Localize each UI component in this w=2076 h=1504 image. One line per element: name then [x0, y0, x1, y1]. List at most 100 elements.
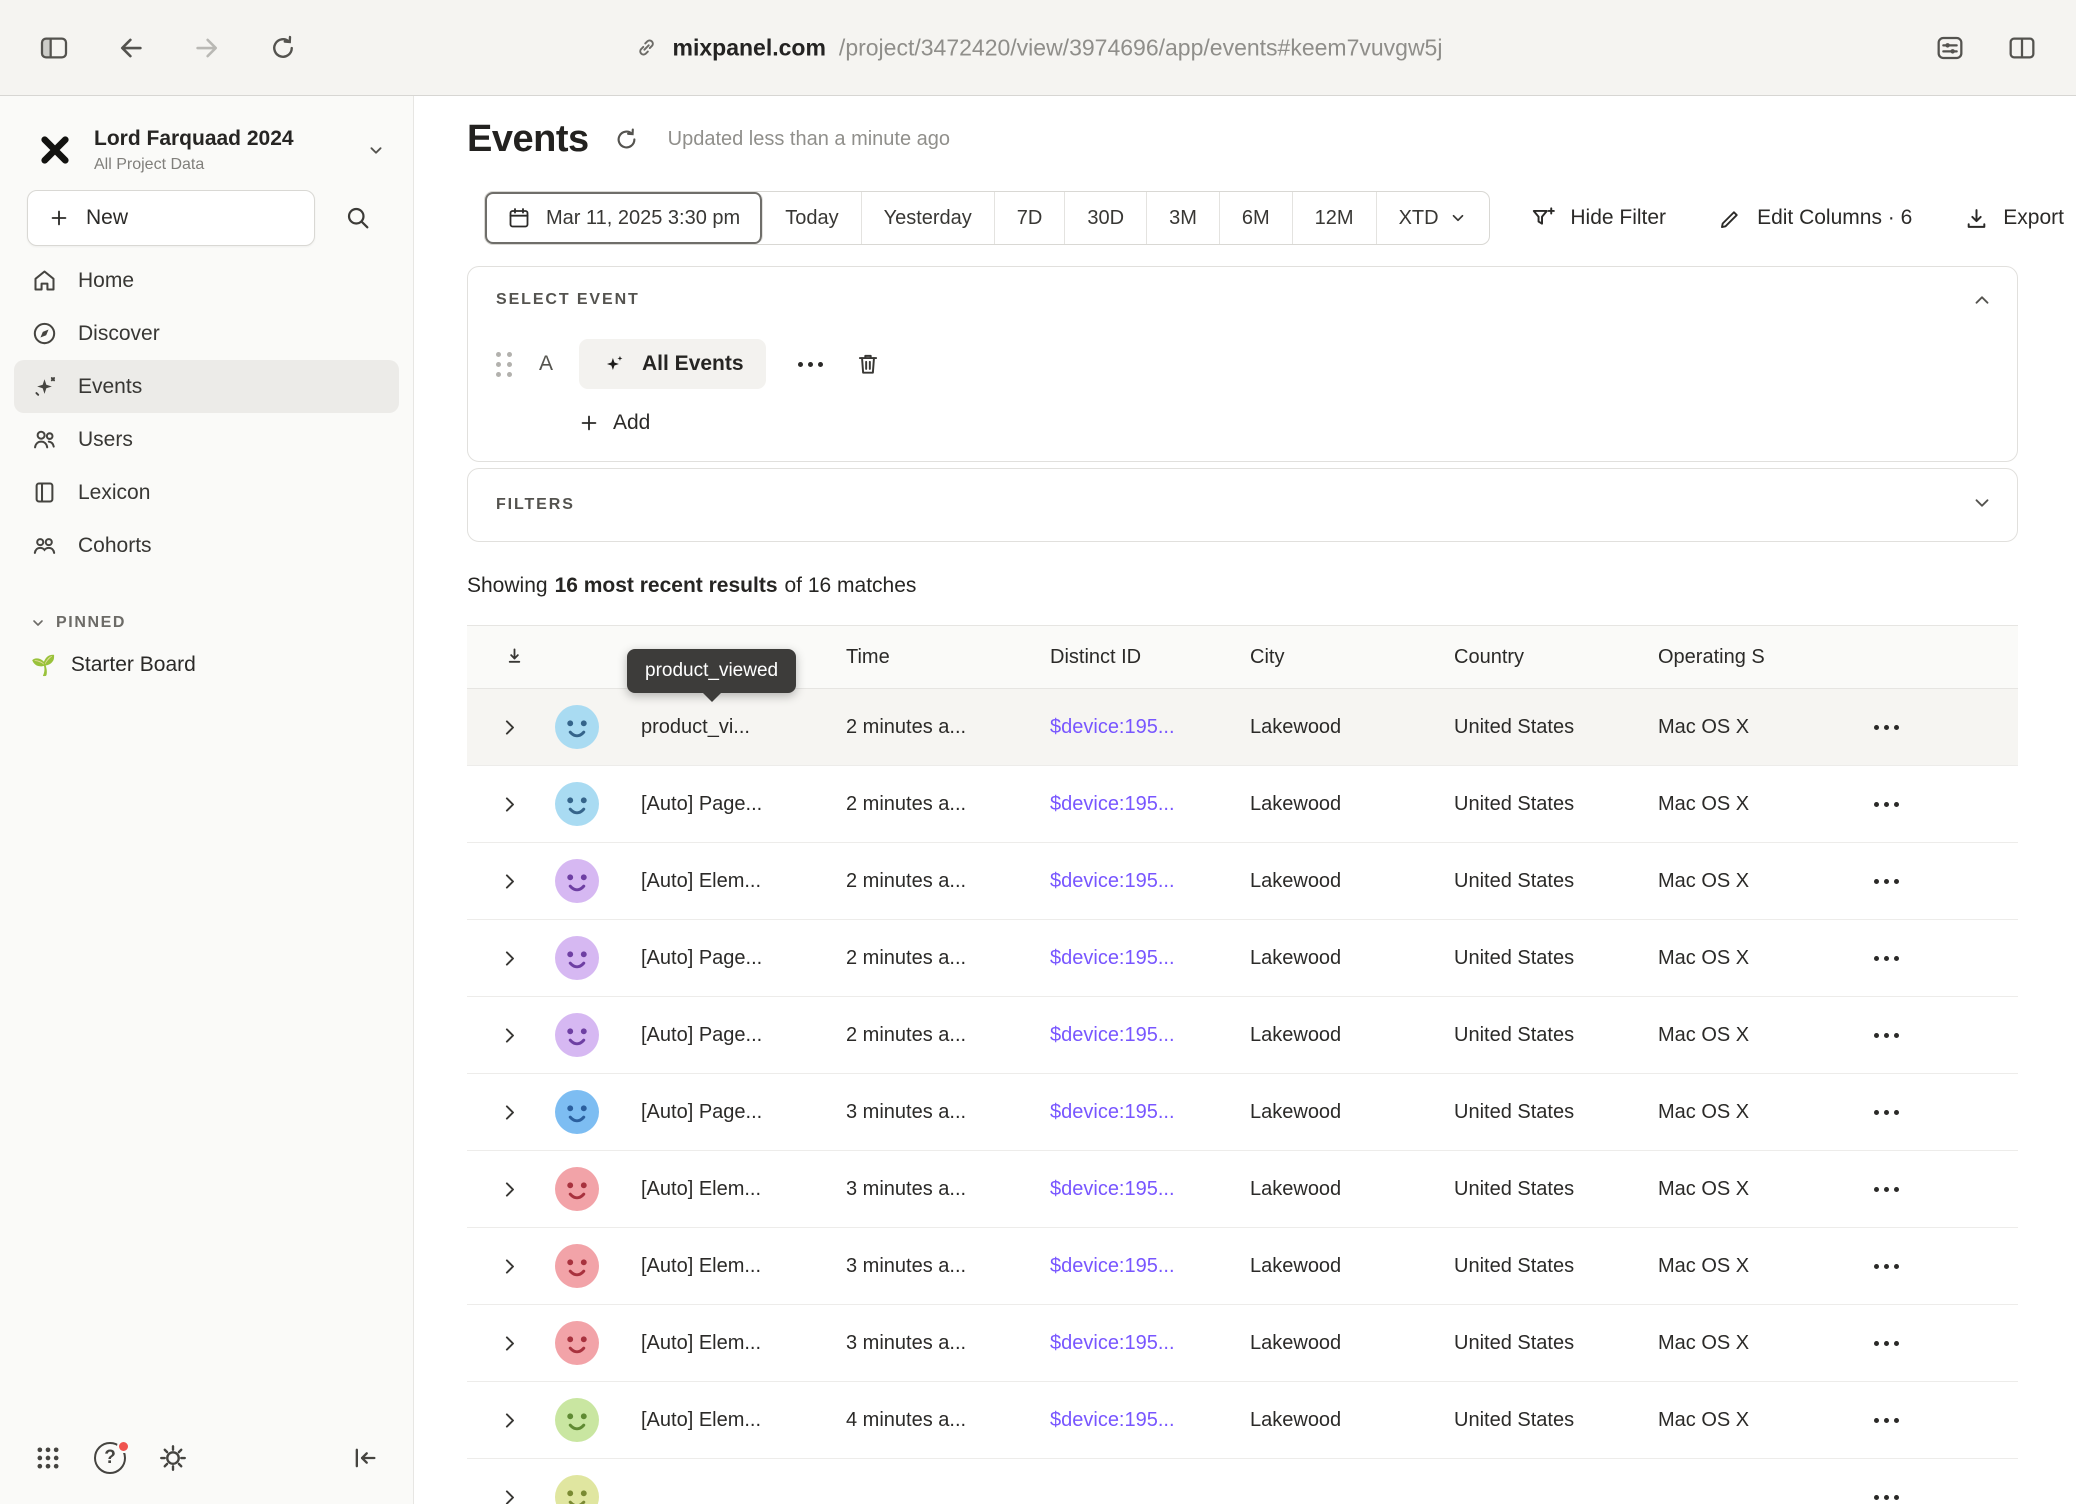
- os-cell: Mac OS X: [1658, 1101, 1862, 1124]
- expand-panel-icon[interactable]: [1971, 492, 1993, 519]
- refresh-icon[interactable]: [613, 126, 640, 153]
- expand-row-icon[interactable]: [467, 1025, 531, 1046]
- time-cell: 4 minutes a...: [846, 1409, 1050, 1432]
- row-actions-button[interactable]: [1868, 1027, 1905, 1044]
- range-7d[interactable]: 7D: [995, 192, 1066, 244]
- row-actions-button[interactable]: [1868, 873, 1905, 890]
- export-button[interactable]: Export: [1964, 206, 2064, 231]
- expand-row-icon[interactable]: [467, 794, 531, 815]
- range-yesterday[interactable]: Yesterday: [862, 192, 995, 244]
- distinct-id-link[interactable]: $device:195...: [1050, 870, 1175, 892]
- expand-row-icon[interactable]: [467, 1256, 531, 1277]
- time-cell: 3 minutes a...: [846, 1255, 1050, 1278]
- distinct-id-link[interactable]: $device:195...: [1050, 1024, 1175, 1046]
- search-button[interactable]: [331, 191, 385, 245]
- jump-to-latest-icon[interactable]: [467, 646, 531, 669]
- forward-icon[interactable]: [192, 33, 222, 63]
- distinct-id-link[interactable]: $device:195...: [1050, 793, 1175, 815]
- distinct-id-link[interactable]: $device:195...: [1050, 1332, 1175, 1354]
- range-30d[interactable]: 30D: [1065, 192, 1147, 244]
- url-bar[interactable]: mixpanel.com/project/3472420/view/397469…: [634, 34, 1443, 61]
- table-row[interactable]: [Auto] Elem... 3 minutes a... $device:19…: [467, 1228, 2018, 1305]
- split-view-icon[interactable]: [2006, 32, 2038, 64]
- table-row[interactable]: [Auto] Page... 2 minutes a... $device:19…: [467, 920, 2018, 997]
- sidebar-item-starter-board[interactable]: 🌱 Starter Board: [14, 638, 399, 692]
- event-name-cell: [Auto] Elem...: [601, 1178, 846, 1201]
- sidebar-item-users[interactable]: Users: [14, 413, 399, 466]
- row-actions-button[interactable]: [1868, 1489, 1905, 1504]
- range-3m[interactable]: 3M: [1147, 192, 1220, 244]
- row-actions-button[interactable]: [1868, 796, 1905, 813]
- distinct-id-link[interactable]: $device:195...: [1050, 1409, 1175, 1431]
- settings-gear-icon[interactable]: [158, 1443, 188, 1473]
- reload-icon[interactable]: [268, 33, 298, 63]
- table-row[interactable]: [Auto] Elem... 3 minutes a... $device:19…: [467, 1305, 2018, 1382]
- date-picker-button[interactable]: Mar 11, 2025 3:30 pm: [485, 192, 763, 244]
- help-icon[interactable]: ?: [94, 1442, 126, 1474]
- pinned-section-header[interactable]: PINNED: [30, 614, 413, 632]
- expand-row-icon[interactable]: [467, 948, 531, 969]
- new-button[interactable]: New: [27, 190, 315, 246]
- expand-row-icon[interactable]: [467, 1102, 531, 1123]
- table-row[interactable]: [Auto] Page... 3 minutes a... $device:19…: [467, 1074, 2018, 1151]
- hide-filter-button[interactable]: Hide Filter: [1530, 205, 1666, 231]
- collapse-sidebar-icon[interactable]: [351, 1444, 379, 1472]
- row-actions-button[interactable]: [1868, 1181, 1905, 1198]
- distinct-id-link[interactable]: $device:195...: [1050, 1255, 1175, 1277]
- sidebar-item-discover[interactable]: Discover: [14, 307, 399, 360]
- event-options-button[interactable]: [792, 356, 829, 373]
- row-actions-button[interactable]: [1868, 1412, 1905, 1429]
- table-row[interactable]: [467, 1459, 2018, 1504]
- edit-columns-button[interactable]: Edit Columns · 6: [1718, 206, 1912, 231]
- collapse-panel-icon[interactable]: [1971, 289, 1993, 316]
- tooltip: product_viewed: [627, 649, 796, 693]
- row-actions-button[interactable]: [1868, 719, 1905, 736]
- drag-handle-icon[interactable]: [496, 352, 513, 377]
- page-settings-icon[interactable]: [1934, 32, 1966, 64]
- expand-row-icon[interactable]: [467, 1333, 531, 1354]
- sidebar-item-lexicon[interactable]: Lexicon: [14, 466, 399, 519]
- distinct-id-link[interactable]: $device:195...: [1050, 947, 1175, 969]
- plus-icon: [48, 207, 70, 229]
- table-row[interactable]: [Auto] Elem... 2 minutes a... $device:19…: [467, 843, 2018, 920]
- sidebar-item-events[interactable]: Events: [14, 360, 399, 413]
- discover-icon: [31, 320, 58, 347]
- sidebar-footer: ?: [0, 1420, 413, 1504]
- range-12m[interactable]: 12M: [1293, 192, 1377, 244]
- sidebar-item-cohorts[interactable]: Cohorts: [14, 519, 399, 572]
- row-actions-button[interactable]: [1868, 950, 1905, 967]
- table-row[interactable]: [Auto] Page... 2 minutes a... $device:19…: [467, 997, 2018, 1074]
- apps-grid-icon[interactable]: [34, 1444, 62, 1472]
- table-row[interactable]: product_vi... 2 minutes a... $device:195…: [467, 689, 2018, 766]
- distinct-id-link[interactable]: $device:195...: [1050, 1101, 1175, 1123]
- expand-row-icon[interactable]: [467, 1179, 531, 1200]
- row-actions-button[interactable]: [1868, 1258, 1905, 1275]
- browser-sidebar-toggle-icon[interactable]: [38, 32, 70, 64]
- trash-icon[interactable]: [855, 351, 881, 377]
- row-actions-button[interactable]: [1868, 1335, 1905, 1352]
- project-switcher[interactable]: Lord Farquaad 2024 All Project Data: [0, 96, 413, 176]
- add-event-button[interactable]: Add: [578, 411, 650, 435]
- distinct-id-link[interactable]: $device:195...: [1050, 1178, 1175, 1200]
- table-body: product_vi... 2 minutes a... $device:195…: [467, 689, 2018, 1504]
- city-cell: Lakewood: [1250, 1101, 1454, 1124]
- expand-row-icon[interactable]: [467, 1410, 531, 1431]
- table-row[interactable]: [Auto] Elem... 4 minutes a... $device:19…: [467, 1382, 2018, 1459]
- expand-row-icon[interactable]: [467, 1487, 531, 1504]
- sidebar-nav: Home Discover: [0, 254, 413, 572]
- row-actions-button[interactable]: [1868, 1104, 1905, 1121]
- users-icon: [31, 426, 58, 453]
- table-row[interactable]: [Auto] Page... 2 minutes a... $device:19…: [467, 766, 2018, 843]
- distinct-id-link[interactable]: $device:195...: [1050, 716, 1175, 738]
- expand-row-icon[interactable]: [467, 717, 531, 738]
- filters-panel: FILTERS: [467, 468, 2018, 542]
- country-cell: United States: [1454, 1178, 1658, 1201]
- range-6m[interactable]: 6M: [1220, 192, 1293, 244]
- sidebar-item-home[interactable]: Home: [14, 254, 399, 307]
- table-row[interactable]: [Auto] Elem... 3 minutes a... $device:19…: [467, 1151, 2018, 1228]
- back-icon[interactable]: [116, 33, 146, 63]
- range-today[interactable]: Today: [763, 192, 861, 244]
- range-xtd-dropdown[interactable]: XTD: [1377, 192, 1489, 244]
- expand-row-icon[interactable]: [467, 871, 531, 892]
- event-selector-button[interactable]: All Events: [579, 339, 766, 389]
